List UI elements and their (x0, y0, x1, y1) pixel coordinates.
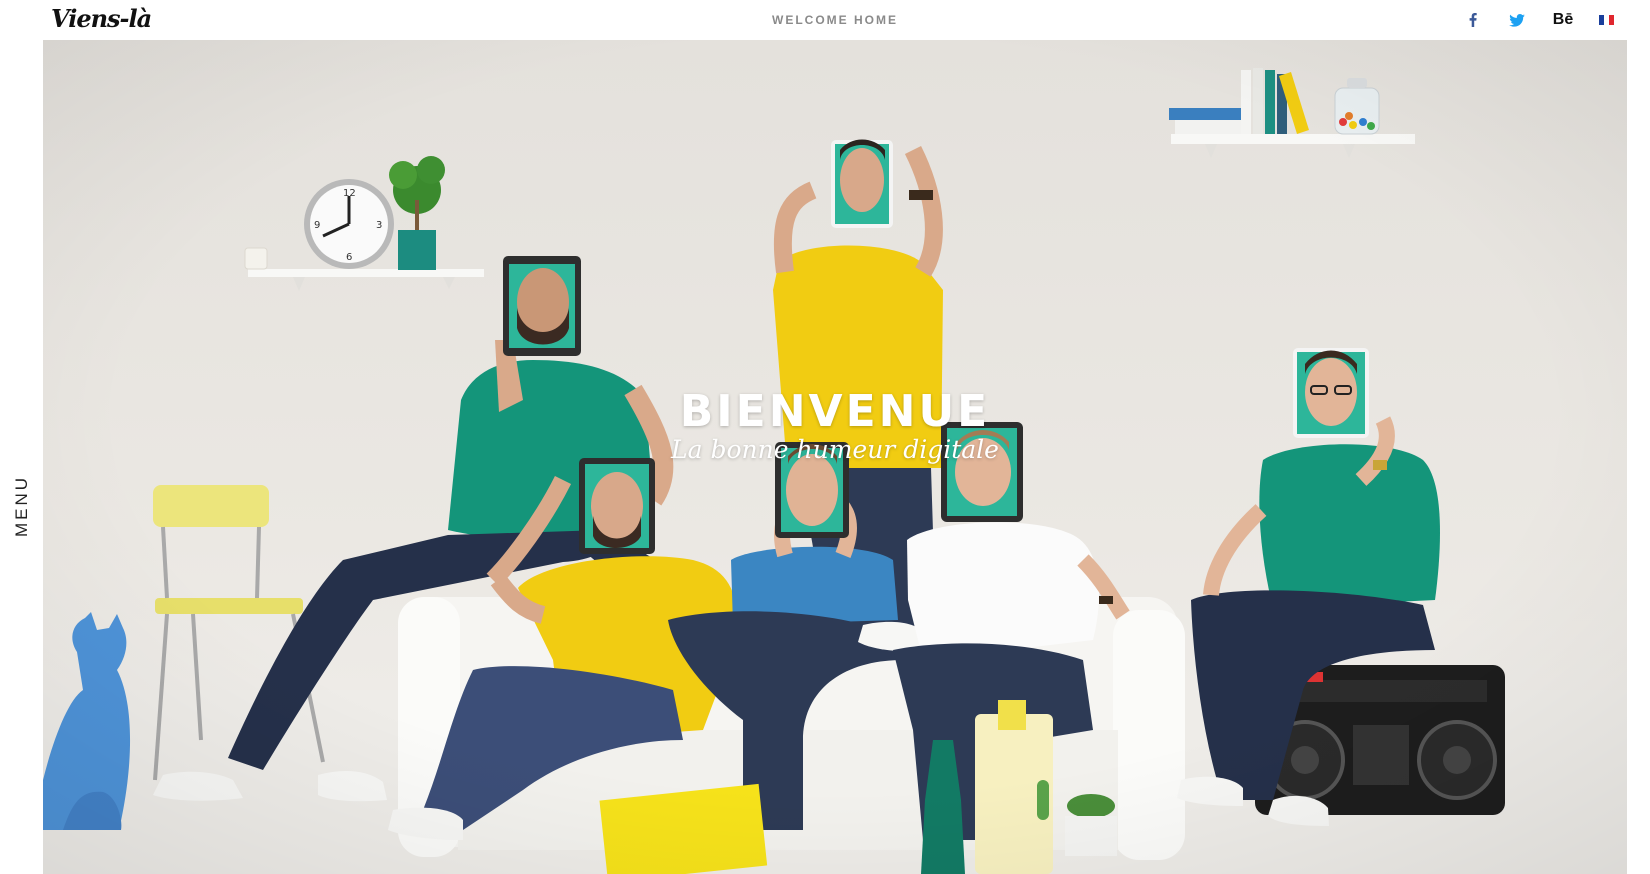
hero-title: BIENVENUE (679, 386, 991, 437)
hero-banner: 12 3 6 9 (43, 40, 1627, 874)
hero-subtitle: La bonne humeur digitale (671, 435, 999, 464)
facebook-link[interactable] (1466, 10, 1480, 30)
language-switch-fr[interactable] (1598, 10, 1614, 30)
behance-link[interactable]: Bē (1550, 10, 1576, 30)
side-menu: MENU (0, 40, 43, 874)
top-bar: Viens-là WELCOME HOME Bē (0, 0, 1650, 40)
twitter-link[interactable] (1508, 10, 1526, 30)
twitter-icon (1509, 13, 1525, 27)
menu-toggle[interactable]: MENU (12, 475, 32, 537)
page: Viens-là WELCOME HOME Bē MENU BIENVENUE … (0, 0, 1650, 874)
french-flag-icon (1598, 15, 1614, 25)
facebook-icon (1469, 13, 1477, 27)
site-tagline: WELCOME HOME (772, 13, 898, 27)
behance-icon: Bē (1552, 11, 1574, 28)
